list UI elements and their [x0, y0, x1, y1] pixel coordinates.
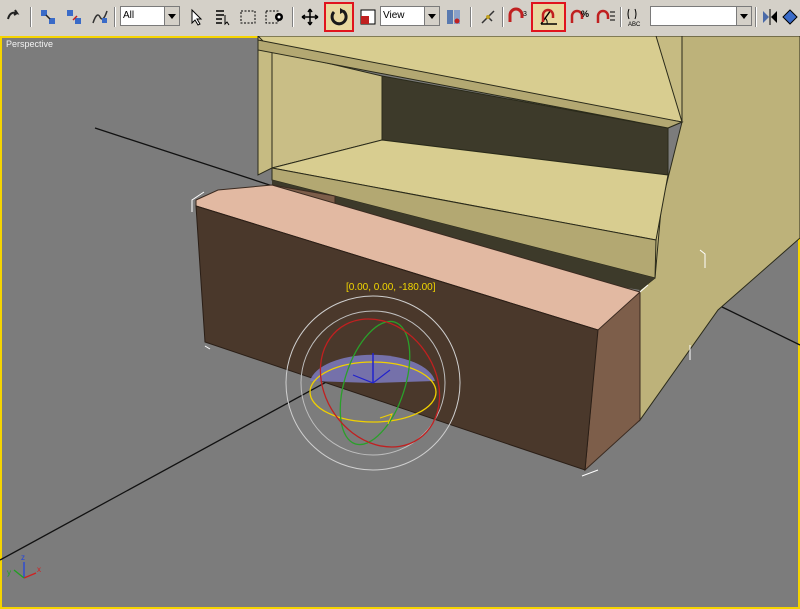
chevron-down-icon	[736, 7, 751, 25]
rect-selection-icon[interactable]	[236, 5, 260, 29]
move-icon[interactable]	[298, 5, 322, 29]
undo-icon[interactable]	[2, 5, 26, 29]
separator	[292, 7, 294, 27]
separator	[470, 7, 472, 27]
tripod-y-label: y	[7, 568, 11, 577]
grid-line	[717, 304, 800, 346]
axis-tripod	[13, 562, 37, 579]
selection-filter-value: All	[123, 10, 135, 21]
perspective-viewport[interactable]: z x y Perspective [0.00, 0.00, -180.00]	[0, 36, 800, 609]
named-selection-dropdown[interactable]	[650, 6, 752, 26]
tripod-x-label: x	[37, 565, 41, 574]
separator	[30, 7, 32, 27]
grid-line	[0, 379, 331, 561]
align-icon[interactable]	[780, 5, 800, 29]
mirror-icon[interactable]	[758, 5, 782, 29]
edit-named-selection-icon[interactable]: ABC	[624, 5, 648, 29]
unlink-icon[interactable]	[62, 5, 86, 29]
select-by-name-icon[interactable]	[210, 5, 234, 29]
tripod-z-label: z	[21, 553, 25, 562]
rotate-icon[interactable]	[324, 2, 354, 32]
main-toolbar: All View 3 % ABC	[0, 0, 800, 37]
angle-snap-icon[interactable]	[531, 2, 566, 32]
snap-3d-icon[interactable]: 3	[506, 5, 530, 29]
transform-readout: [0.00, 0.00, -180.00]	[346, 282, 436, 293]
manipulate-icon[interactable]	[476, 5, 500, 29]
selection-filter-dropdown[interactable]: All	[120, 6, 180, 26]
percent-snap-icon[interactable]: %	[568, 5, 592, 29]
spinner-snap-icon[interactable]	[594, 5, 618, 29]
cabinet-left-post	[257, 36, 273, 176]
separator	[114, 7, 116, 27]
viewport-label[interactable]: Perspective	[6, 39, 53, 49]
chevron-down-icon	[424, 7, 439, 25]
separator	[755, 7, 757, 27]
separator	[502, 7, 504, 27]
scene-canvas: z x y	[0, 36, 800, 579]
window-crossing-icon[interactable]	[262, 5, 286, 29]
gizmo-direction-arrow	[379, 413, 393, 425]
pivot-center-icon[interactable]	[442, 5, 466, 29]
bind-space-warp-icon[interactable]	[88, 5, 112, 29]
reference-coord-dropdown[interactable]: View	[380, 6, 440, 26]
reference-coord-value: View	[383, 10, 405, 21]
svg-text:3: 3	[523, 11, 527, 18]
select-link-icon[interactable]	[36, 5, 60, 29]
select-object-icon[interactable]	[184, 5, 208, 29]
svg-text:%: %	[581, 9, 589, 19]
svg-text:ABC: ABC	[628, 22, 641, 28]
separator	[620, 7, 622, 27]
chevron-down-icon	[164, 7, 179, 25]
scale-icon[interactable]	[356, 5, 380, 29]
